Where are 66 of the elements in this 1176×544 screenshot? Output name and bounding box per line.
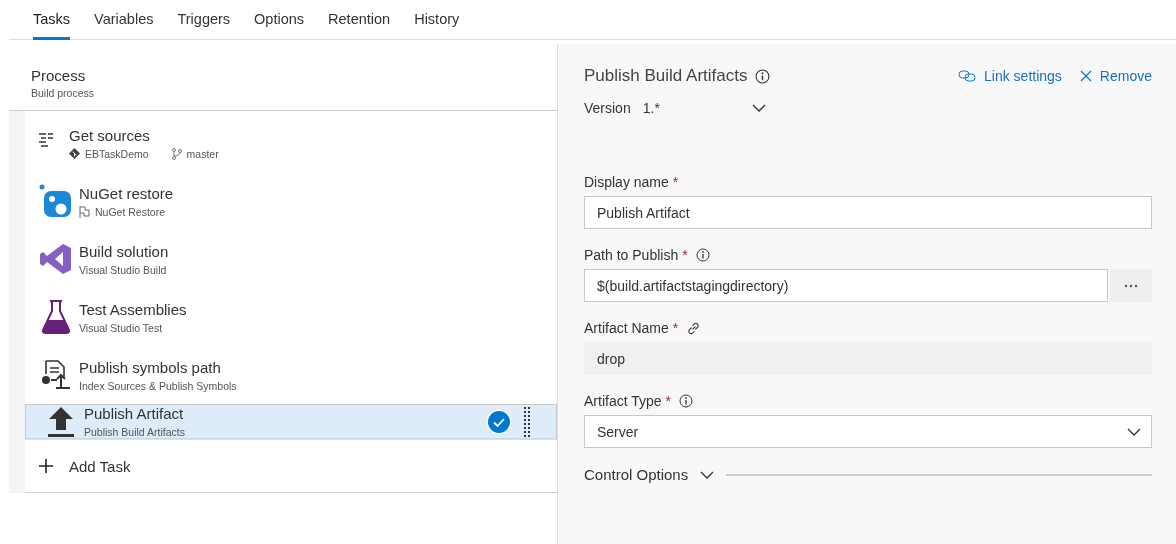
version-label: Version: [584, 100, 631, 116]
task-name: Get sources: [69, 126, 151, 144]
dropdown[interactable]: Server: [584, 415, 1152, 448]
field-label: Artifact Type: [584, 393, 662, 409]
add-task-button[interactable]: Add Task: [25, 439, 557, 493]
process-subtitle: Build process: [31, 87, 96, 99]
infinity-icon: [39, 242, 73, 276]
task-name: Build solution: [79, 242, 170, 260]
tab[interactable]: Triggers: [177, 0, 231, 40]
tab[interactable]: Options: [254, 0, 305, 40]
required-mark: *: [672, 320, 679, 336]
document-upload-icon: [41, 360, 71, 390]
control-options-toggle[interactable]: Control Options: [584, 466, 715, 483]
tab[interactable]: Tasks: [33, 0, 71, 40]
flask-icon: [41, 300, 71, 334]
plus-icon: [39, 459, 53, 473]
rounded-square-icon: [39, 184, 73, 218]
process-title: Process: [31, 67, 87, 84]
field-label: Artifact Name: [584, 320, 669, 336]
branch-icon: [171, 147, 182, 160]
link-icon: [958, 70, 977, 82]
task-item[interactable]: Publish Artifact Publish Build Artifacts: [25, 404, 557, 439]
input-field[interactable]: $(build.artifactstagingdirectory): [584, 269, 1108, 302]
task-subtitle: Publish Build Artifacts: [84, 426, 185, 438]
chevron-down-icon: [1127, 427, 1141, 436]
task-subtitle: Index Sources & Publish Symbols: [79, 379, 237, 392]
tab[interactable]: Variables: [94, 0, 154, 40]
task-subtitle: Visual Studio Test: [79, 321, 163, 334]
task-subtitle: Visual Studio Build: [79, 263, 167, 276]
version-dropdown[interactable]: 1.*: [642, 100, 770, 116]
remove-button[interactable]: Remove: [1079, 68, 1152, 84]
input-field[interactable]: drop: [584, 342, 1152, 375]
flag-icon: [79, 205, 90, 218]
task-subtitle: NuGet Restore: [95, 205, 166, 218]
task-item[interactable]: Get sources EBTaskDemo master: [25, 114, 557, 172]
field-label: Display name: [584, 174, 669, 190]
list-lines-icon: [37, 131, 55, 147]
required-mark: *: [672, 174, 679, 190]
link-settings-link[interactable]: Link settings: [958, 68, 1062, 84]
tab[interactable]: History: [414, 0, 460, 40]
tab[interactable]: Retention: [328, 0, 391, 40]
close-icon: [1079, 70, 1092, 82]
check-circle-icon: [486, 408, 512, 435]
input-field[interactable]: Publish Artifact: [584, 196, 1152, 229]
branch-name: master: [186, 147, 219, 160]
repo-name: EBTaskDemo: [85, 147, 149, 160]
task-item[interactable]: Build solution Visual Studio Build: [25, 230, 557, 288]
task-name: NuGet restore: [79, 184, 175, 202]
task-name: Publish Artifact: [84, 405, 185, 422]
more-button[interactable]: [1110, 269, 1152, 302]
task-name: Test Assemblies: [79, 300, 188, 318]
panel-title: Publish Build Artifacts: [584, 66, 748, 86]
task-item[interactable]: Publish symbols path Index Sources & Publish Symbols: [25, 346, 557, 404]
task-item[interactable]: Test Assemblies Visual Studio Test: [25, 288, 557, 346]
repo-icon: [69, 148, 80, 159]
upload-arrow-icon: [48, 405, 74, 438]
drag-handle-icon: [524, 406, 530, 437]
chevron-down-icon: [751, 104, 766, 112]
task-name: Publish symbols path: [79, 358, 222, 376]
more-icon: [1124, 283, 1138, 288]
task-item[interactable]: NuGet restore NuGet Restore: [25, 172, 557, 230]
required-mark: *: [665, 393, 671, 409]
field-label: Path to Publish: [584, 247, 679, 263]
info-icon: [755, 68, 771, 84]
chevron-icon: [700, 470, 715, 479]
required-mark: *: [682, 247, 688, 263]
